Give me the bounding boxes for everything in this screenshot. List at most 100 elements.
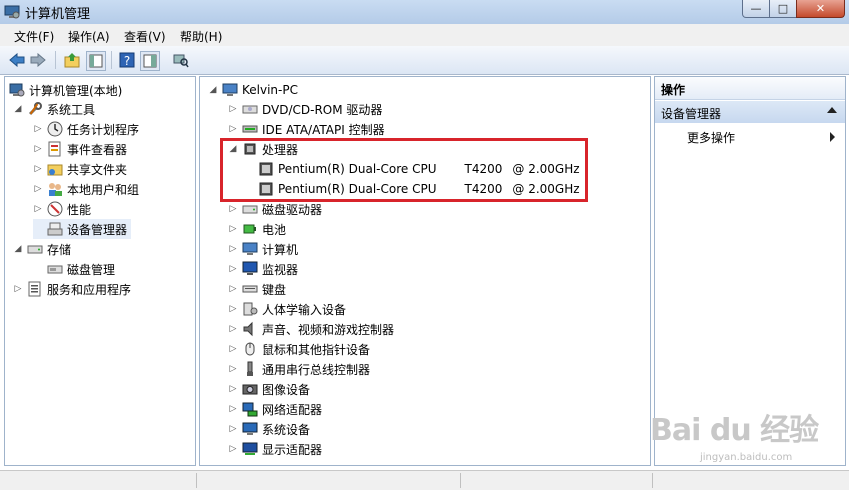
device-category-computer[interactable]: ▷ 计算机 bbox=[228, 239, 298, 259]
menu-bar: 文件(F) 操作(A) 查看(V) 帮助(H) bbox=[0, 24, 849, 46]
services-icon bbox=[28, 281, 41, 297]
tree-item-shared-folders[interactable]: ▷ 共享文件夹 bbox=[33, 159, 127, 179]
tree-item-disk-management[interactable]: 磁盘管理 bbox=[33, 259, 115, 279]
collapsed-icon[interactable]: ▷ bbox=[228, 124, 238, 134]
computer-management-icon bbox=[4, 5, 20, 19]
clock-icon bbox=[47, 121, 63, 137]
device-category-monitor[interactable]: ▷ 监视器 bbox=[228, 259, 298, 279]
minimize-button[interactable]: — bbox=[742, 0, 770, 18]
collapsed-icon[interactable]: ▷ bbox=[228, 324, 238, 334]
device-category-dvd[interactable]: ▷ DVD/CD-ROM 驱动器 bbox=[228, 99, 383, 119]
tree-item-event-viewer[interactable]: ▷ 事件查看器 bbox=[33, 139, 127, 159]
computer-icon bbox=[222, 83, 238, 96]
close-button[interactable]: ✕ bbox=[796, 0, 845, 18]
menu-view[interactable]: 查看(V) bbox=[124, 28, 166, 45]
processor-highlight-box bbox=[220, 138, 588, 202]
tree-item-label: 性能 bbox=[67, 202, 92, 217]
device-category-disk[interactable]: ▷ 磁盘驱动器 bbox=[228, 199, 322, 219]
tree-root[interactable]: 计算机管理(本地) bbox=[9, 80, 122, 100]
collapsed-icon[interactable]: ▷ bbox=[228, 424, 238, 434]
collapsed-icon[interactable]: ▷ bbox=[228, 344, 238, 354]
device-category-hid[interactable]: ▷ 人体学输入设备 bbox=[228, 299, 346, 319]
device-category-usb[interactable]: ▷ 通用串行总线控制器 bbox=[228, 359, 370, 379]
device-category-imaging[interactable]: ▷ 图像设备 bbox=[228, 379, 310, 399]
performance-icon bbox=[47, 201, 63, 217]
menu-file[interactable]: 文件(F) bbox=[14, 28, 54, 45]
collapsed-icon[interactable]: ▷ bbox=[228, 264, 238, 274]
device-category-label: 计算机 bbox=[262, 242, 299, 257]
tree-item-task-scheduler[interactable]: ▷ 任务计划程序 bbox=[33, 119, 139, 139]
collapsed-icon[interactable]: ▷ bbox=[228, 244, 238, 254]
more-actions-link[interactable]: 更多操作 bbox=[687, 129, 735, 146]
forward-icon[interactable] bbox=[29, 51, 47, 69]
tree-item-label: 共享文件夹 bbox=[67, 162, 128, 177]
battery-icon bbox=[243, 224, 256, 234]
device-category-label: DVD/CD-ROM 驱动器 bbox=[262, 102, 383, 117]
device-category-sound[interactable]: ▷ 声音、视频和游戏控制器 bbox=[228, 319, 394, 339]
expanded-icon[interactable]: ◢ bbox=[13, 104, 23, 114]
disk-management-icon bbox=[47, 265, 63, 274]
collapsed-icon[interactable]: ▷ bbox=[33, 144, 43, 154]
actions-title: 操作 bbox=[661, 83, 686, 97]
expanded-icon[interactable]: ◢ bbox=[13, 244, 23, 254]
hid-icon bbox=[243, 302, 258, 316]
collapsed-icon[interactable]: ▷ bbox=[33, 184, 43, 194]
device-tree-pane: ◢ Kelvin-PC ▷ DVD/CD-ROM 驱动器 ▷ IDE ATA/A… bbox=[199, 76, 651, 466]
device-category-label: 系统设备 bbox=[262, 422, 311, 437]
device-category-mouse[interactable]: ▷ 鼠标和其他指针设备 bbox=[228, 339, 370, 359]
actions-section-label: 设备管理器 bbox=[661, 107, 722, 121]
collapsed-icon[interactable]: ▷ bbox=[228, 404, 238, 414]
device-category-label: 声音、视频和游戏控制器 bbox=[262, 322, 395, 337]
device-category-battery[interactable]: ▷ 电池 bbox=[228, 219, 286, 239]
device-root[interactable]: ◢ Kelvin-PC bbox=[208, 80, 298, 100]
expanded-icon[interactable]: ◢ bbox=[208, 85, 218, 95]
collapsed-icon[interactable]: ▷ bbox=[33, 204, 43, 214]
chevron-right-icon[interactable] bbox=[830, 132, 835, 142]
tree-item-performance[interactable]: ▷ 性能 bbox=[33, 199, 91, 219]
tree-item-system-tools[interactable]: ◢ 系统工具 bbox=[13, 99, 95, 119]
up-folder-icon[interactable] bbox=[63, 51, 81, 69]
tree-item-label: 本地用户和组 bbox=[67, 182, 140, 197]
menu-action[interactable]: 操作(A) bbox=[68, 28, 110, 45]
event-viewer-icon bbox=[48, 141, 61, 157]
collapsed-icon[interactable]: ▷ bbox=[228, 204, 238, 214]
collapsed-icon[interactable]: ▷ bbox=[228, 224, 238, 234]
collapsed-icon[interactable]: ▷ bbox=[228, 304, 238, 314]
tree-item-services[interactable]: ▷ 服务和应用程序 bbox=[13, 279, 131, 299]
tree-item-storage[interactable]: ◢ 存储 bbox=[13, 239, 71, 259]
device-category-label: 图像设备 bbox=[262, 382, 311, 397]
collapsed-icon[interactable]: ▷ bbox=[228, 364, 238, 374]
collapsed-icon[interactable]: ▷ bbox=[228, 284, 238, 294]
device-category-label: 显示适配器 bbox=[262, 442, 323, 457]
collapsed-icon[interactable]: ▷ bbox=[33, 124, 43, 134]
device-category-label: 网络适配器 bbox=[262, 402, 323, 417]
back-icon[interactable] bbox=[8, 51, 26, 69]
device-category-display[interactable]: ▷ 显示适配器 bbox=[228, 439, 322, 459]
show-tree-icon[interactable] bbox=[86, 51, 106, 71]
collapsed-icon[interactable]: ▷ bbox=[228, 444, 238, 454]
display-adapter-icon bbox=[242, 442, 258, 455]
tree-item-device-manager[interactable]: 设备管理器 bbox=[33, 219, 132, 239]
baidu-watermark-logo: Bai du 经验 bbox=[650, 413, 819, 448]
device-category-network[interactable]: ▷ 网络适配器 bbox=[228, 399, 322, 419]
scan-hardware-icon[interactable] bbox=[172, 51, 190, 69]
computer-icon bbox=[242, 242, 258, 255]
actions-section-device-manager[interactable]: 设备管理器 bbox=[655, 101, 845, 123]
properties-icon[interactable] bbox=[140, 51, 160, 71]
device-category-keyboard[interactable]: ▷ 键盘 bbox=[228, 279, 286, 299]
collapsed-icon[interactable]: ▷ bbox=[33, 164, 43, 174]
tree-item-label: 存储 bbox=[47, 242, 72, 257]
tree-item-label: 磁盘管理 bbox=[67, 262, 116, 277]
tree-item-local-users[interactable]: ▷ 本地用户和组 bbox=[33, 179, 139, 199]
device-category-ide[interactable]: ▷ IDE ATA/ATAPI 控制器 bbox=[228, 119, 385, 139]
tree-item-label: 服务和应用程序 bbox=[47, 282, 132, 297]
collapsed-icon[interactable]: ▷ bbox=[228, 384, 238, 394]
collapsed-icon[interactable]: ▷ bbox=[228, 104, 238, 114]
collapsed-icon[interactable]: ▷ bbox=[13, 284, 23, 294]
maximize-button[interactable]: □ bbox=[769, 0, 797, 18]
collapse-up-icon[interactable] bbox=[827, 107, 837, 113]
menu-help[interactable]: 帮助(H) bbox=[180, 28, 222, 45]
monitor-icon bbox=[242, 261, 258, 275]
help-icon[interactable]: ? bbox=[118, 51, 136, 69]
device-category-system[interactable]: ▷ 系统设备 bbox=[228, 419, 310, 439]
